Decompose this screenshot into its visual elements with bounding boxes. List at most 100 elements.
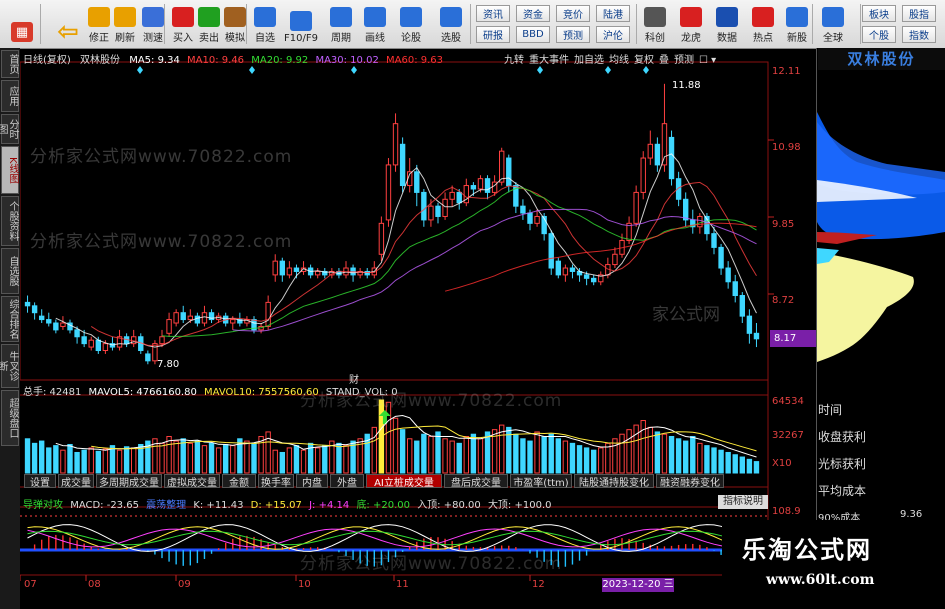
- volume-bar: [24, 438, 31, 474]
- volume-bar: [513, 433, 519, 474]
- toolbar-button-F10/F9[interactable]: F10/F9: [284, 2, 318, 46]
- stock-name: 双林股份: [80, 55, 120, 66]
- volume-bar: [392, 417, 399, 474]
- toolbar-button-grid[interactable]: ▦: [2, 2, 42, 46]
- left-tab-8[interactable]: 超级盘口: [1, 390, 19, 446]
- indicator-tab-3[interactable]: 虚拟成交量: [164, 474, 220, 489]
- volume-bar: [300, 449, 307, 474]
- price-axis-label: 12.11: [772, 66, 801, 77]
- toolbar-small-button[interactable]: BBD: [516, 26, 550, 43]
- volume-bar: [88, 447, 94, 474]
- toolbar-button-热点[interactable]: 热点: [748, 2, 778, 46]
- volume-bar: [718, 449, 724, 474]
- chart-tool-4[interactable]: 复权: [634, 55, 654, 66]
- left-tab-3[interactable]: K线图: [1, 146, 19, 194]
- toolbar-button-label: 龙虎: [681, 33, 701, 44]
- cost-band-yellow: [817, 252, 914, 362]
- toolbar-button-刷新[interactable]: 刷新: [110, 2, 140, 46]
- toolbar-small-button[interactable]: 指数: [902, 26, 936, 43]
- left-tab-bar: 首页 应用分时图 K线图个股资料自选股综合排名牛叉诊断超级盘口: [0, 48, 20, 609]
- indicator-tab-9[interactable]: 盘后成交量: [444, 474, 508, 489]
- indicator-tab-1[interactable]: 成交量: [58, 474, 94, 489]
- candle-body: [286, 267, 293, 276]
- indicator-name[interactable]: 导弹对攻: [23, 500, 63, 511]
- toolbar-small-button[interactable]: 竞价: [556, 5, 590, 22]
- toolbar-button-自选[interactable]: 自选: [250, 2, 280, 46]
- candle-body: [682, 198, 689, 221]
- indicator-help-button[interactable]: 指标说明: [718, 495, 768, 509]
- volume-bar: [279, 451, 286, 474]
- toolbar-button-龙虎[interactable]: 龙虎: [676, 2, 706, 46]
- toolbar-small-button[interactable]: 预测: [556, 26, 590, 43]
- date-axis-label: 08: [88, 579, 101, 590]
- indicator-tab-0[interactable]: 设置: [24, 474, 56, 489]
- toolbar-small-button[interactable]: 沪伦: [596, 26, 630, 43]
- toolbar-button-新股[interactable]: 新股: [782, 2, 812, 46]
- indicator-tab-6[interactable]: 内盘: [296, 474, 328, 489]
- left-tab-6[interactable]: 综合排名: [1, 296, 19, 342]
- indicator-tab-2[interactable]: 多周期成交量: [96, 474, 162, 489]
- toolbar-separator: [246, 4, 247, 44]
- toolbar-small-button[interactable]: 股指: [902, 5, 936, 22]
- candle-body: [725, 267, 731, 283]
- toolbar-button-全球[interactable]: 全球: [818, 2, 848, 46]
- volume-bar: [208, 442, 215, 474]
- indicator-tab-12[interactable]: 融资融券变化: [656, 474, 724, 489]
- candle-body: [456, 191, 462, 204]
- chart-tool-5[interactable]: 叠: [659, 55, 669, 66]
- chart-tool-0[interactable]: 九转: [504, 55, 524, 66]
- toolbar-button-论股[interactable]: 论股: [396, 2, 426, 46]
- candle-body: [194, 315, 201, 324]
- toolbar-separator: [164, 4, 165, 44]
- candle-body: [102, 343, 109, 352]
- toolbar-small-button[interactable]: 资金: [516, 5, 550, 22]
- volume-bar: [406, 438, 413, 474]
- toolbar-button-画线[interactable]: 画线: [360, 2, 390, 46]
- candle-body: [534, 215, 540, 224]
- volume-bar: [562, 440, 569, 474]
- chart-tool-1[interactable]: 重大事件: [529, 55, 569, 66]
- volume-bar: [619, 433, 625, 474]
- kline-chart-area[interactable]: [20, 48, 816, 609]
- toolbar-button-选股[interactable]: 选股: [436, 2, 466, 46]
- toolbar-button-数据[interactable]: 数据: [712, 2, 742, 46]
- volume-bar: [612, 438, 618, 474]
- toolbar-small-button[interactable]: 研报: [476, 26, 510, 43]
- toolbar-small-button[interactable]: 个股: [862, 26, 896, 43]
- indicator-tab-10[interactable]: 市盈率(ttm): [510, 474, 572, 489]
- toolbar-small-button[interactable]: 资讯: [476, 5, 510, 22]
- left-tab-2[interactable]: 分时图: [0, 114, 19, 144]
- period-label[interactable]: 日线(复权): [23, 55, 71, 66]
- toolbar-button-科创[interactable]: 科创: [640, 2, 670, 46]
- volume-bar: [286, 447, 293, 474]
- indicator-tab-11[interactable]: 陆股通持股变化: [574, 474, 654, 489]
- toolbar-small-button[interactable]: 陆港: [596, 5, 630, 22]
- toolbar-button-周期[interactable]: 周期: [326, 2, 356, 46]
- volume-bar: [371, 426, 378, 474]
- indicator-header: 导弹对攻 MACD: -23.65 震荡整理 K: +11.43 D: +15.…: [23, 496, 552, 511]
- volume-bar: [123, 446, 130, 474]
- volume-bar: [222, 443, 229, 474]
- candle-body: [74, 329, 80, 338]
- left-tab-0[interactable]: 首页: [1, 50, 19, 78]
- toolbar-separator: [636, 4, 637, 44]
- indicator-tab-7[interactable]: 外盘: [330, 474, 364, 489]
- chart-tool-6[interactable]: 预测: [674, 55, 694, 66]
- mavol5-label: MAVOL5: 4766160.80: [88, 387, 197, 398]
- candle-body: [428, 205, 434, 221]
- chart-tool-2[interactable]: 加自选: [574, 55, 604, 66]
- chart-tool-3[interactable]: 均线: [609, 55, 629, 66]
- volume-bar: [74, 451, 80, 474]
- indicator-tab-5[interactable]: 换手率: [258, 474, 294, 489]
- toolbar-small-button[interactable]: 板块: [862, 5, 896, 22]
- event-diamond: [537, 66, 543, 74]
- lock-icon[interactable]: ☐ ▾: [699, 55, 716, 66]
- indicator-tab-4[interactable]: 金额: [222, 474, 256, 489]
- left-tab-5[interactable]: 自选股: [1, 248, 19, 294]
- left-tab-4[interactable]: 个股资料: [1, 196, 19, 246]
- left-tab-7[interactable]: 牛叉诊断: [0, 344, 19, 388]
- indicator-tab-8[interactable]: AI立桩成交量: [366, 474, 442, 489]
- up-arrow-icon: [88, 7, 110, 27]
- toolbar-button-back-arrow[interactable]: ⇦: [48, 2, 88, 47]
- left-tab-1[interactable]: 应用: [1, 80, 19, 112]
